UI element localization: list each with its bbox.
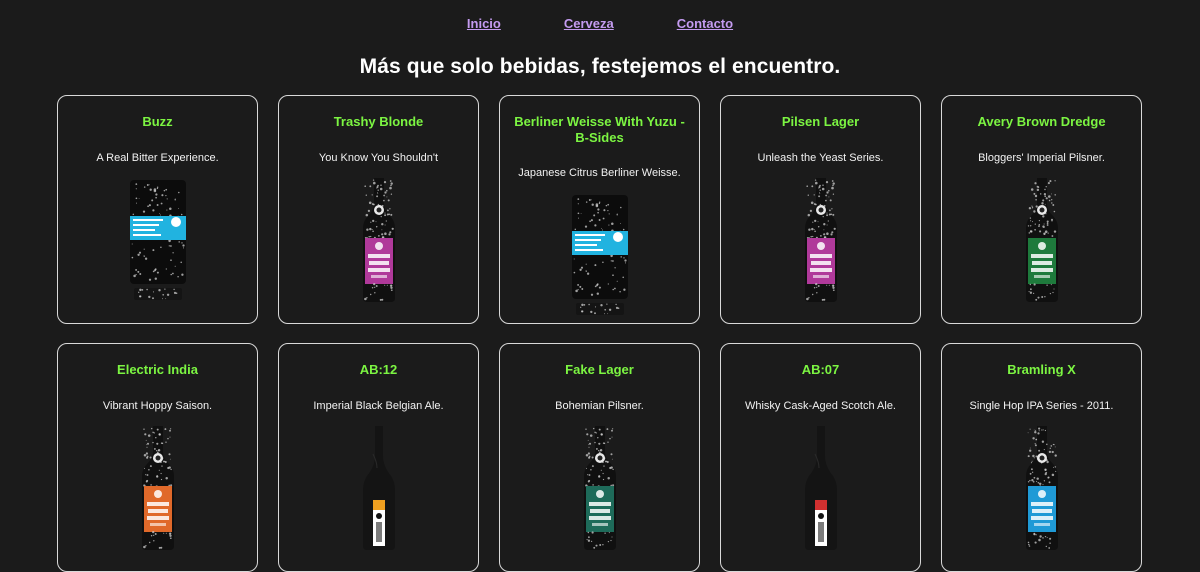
page-headline: Más que solo bebidas, festejemos el encu… [359,55,841,78]
can-icon [58,176,257,306]
wine-bottle-icon [721,424,920,554]
beer-name: Bramling X [1007,362,1076,377]
beer-tagline: Bohemian Pilsner. [555,400,644,412]
beer-grid: Buzz A Real Bitter Experience. Trashy Blo… [57,95,1142,572]
bottle-icon [279,176,478,306]
nav-link-inicio[interactable]: Inicio [467,16,501,34]
bottle-icon [942,424,1141,554]
nav-link-contacto[interactable]: Contacto [677,16,733,34]
beer-name: AB:07 [801,362,840,377]
beer-tagline: A Real Bitter Experience. [96,152,219,164]
beer-card[interactable]: Buzz A Real Bitter Experience. [57,95,258,324]
beer-name: Berliner Weisse With Yuzu - B-Sides [514,114,685,145]
beer-tagline: Japanese Citrus Berliner Weisse. [518,167,681,179]
beer-name: Fake Lager [565,362,634,377]
beer-card[interactable]: Trashy Blonde You Know You Shouldn't [278,95,479,324]
beer-card[interactable]: Electric India Vibrant Hoppy Saison. [57,343,258,572]
beer-tagline: Imperial Black Belgian Ale. [313,400,444,412]
beer-tagline: Single Hop IPA Series - 2011. [969,400,1114,412]
beer-name: Pilsen Lager [781,114,860,129]
beer-name: Trashy Blonde [333,114,424,129]
wine-bottle-icon [279,424,478,554]
beer-name: Buzz [142,114,173,129]
bottle-icon [721,176,920,306]
beer-card[interactable]: AB:07 Whisky Cask-Aged Scotch Ale. [720,343,921,572]
beer-tagline: Vibrant Hoppy Saison. [102,400,213,412]
beer-card[interactable]: Bramling X Single Hop IPA Series - 2011. [941,343,1142,572]
beer-card[interactable]: Avery Brown Dredge Bloggers' Imperial Pil… [941,95,1142,324]
bottle-icon [58,424,257,554]
beer-name: AB:12 [359,362,398,377]
beer-name: Electric India [117,362,198,377]
beer-tagline: You Know You Shouldn't [318,152,439,164]
beer-tagline: Bloggers' Imperial Pilsner. [978,152,1105,164]
beer-tagline: Whisky Cask-Aged Scotch Ale. [744,400,896,412]
nav-link-cerveza[interactable]: Cerveza [564,16,614,34]
can-icon [500,191,699,321]
beer-card[interactable]: Fake Lager Bohemian Pilsner. [499,343,700,572]
top-nav: Inicio Cerveza Contacto [0,0,1200,34]
beer-tagline: Unleash the Yeast Series. [757,152,884,164]
bottle-icon [500,424,699,554]
beer-name: Avery Brown Dredge [977,114,1106,129]
bottle-icon [942,176,1141,306]
beer-card[interactable]: AB:12 Imperial Black Belgian Ale. [278,343,479,572]
beer-card[interactable]: Pilsen Lager Unleash the Yeast Series. [720,95,921,324]
beer-card[interactable]: Berliner Weisse With Yuzu - B-Sides Japan… [499,95,700,324]
